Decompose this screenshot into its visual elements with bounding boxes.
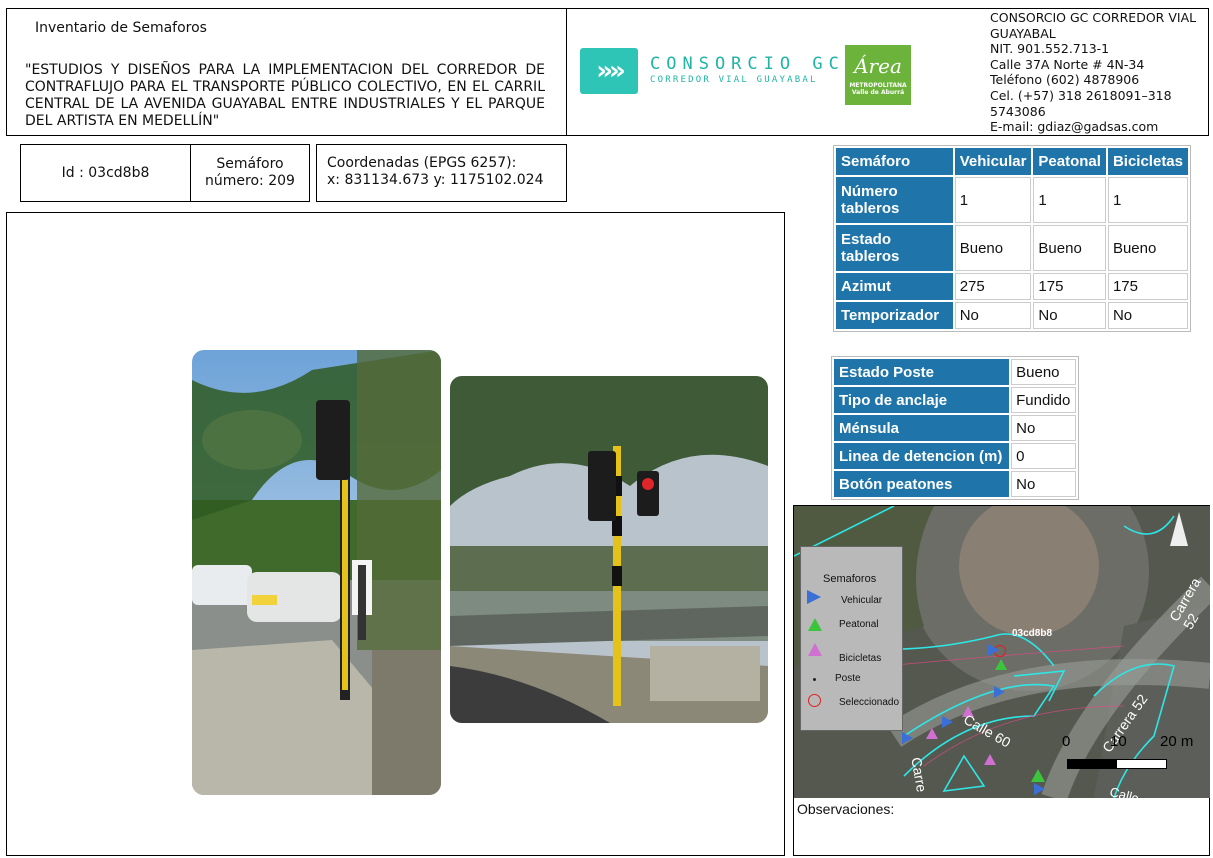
photo-1-image <box>192 350 441 795</box>
selected-label: 03cd8b8 <box>1012 628 1053 639</box>
peatonal-icon <box>808 618 822 631</box>
row-label: Azimut <box>836 273 953 300</box>
bicicletas-marker-icon <box>926 728 938 739</box>
row-label: Tipo de anclaje <box>834 387 1010 413</box>
col-header: Vehicular <box>954 148 1032 175</box>
col-header: Peatonal <box>1033 148 1106 175</box>
signal-heads-table: Semáforo Vehicular Peatonal Bicicletas N… <box>833 145 1191 332</box>
logo-main: CONSORCIO GC <box>650 54 845 74</box>
bicicletas-marker-icon <box>984 754 996 765</box>
legend-seleccionado: Seleccionado <box>839 697 900 708</box>
scale-bar <box>1067 759 1167 769</box>
vehicular-marker-icon <box>902 732 913 744</box>
cell: 175 <box>1107 273 1188 300</box>
row-label: Linea de detencion (m) <box>834 443 1010 469</box>
company-line: Teléfono (602) 4878906 <box>990 72 1140 88</box>
consorcio-logo-text: CONSORCIO GC CORREDOR VIAL GUAYABAL <box>650 54 845 85</box>
bicicletas-icon <box>808 643 822 656</box>
scale-label: 0 <box>1062 733 1071 750</box>
cell: Bueno <box>1011 359 1076 385</box>
company-line: Calle 37A Norte # 4N-34 <box>990 56 1145 72</box>
cell: Bueno <box>1033 225 1106 271</box>
project-description: "ESTUDIOS Y DISEÑOS PARA LA IMPLEMENTACI… <box>25 62 545 129</box>
coordinates-values: x: 831134.673 y: 1175102.024 <box>327 172 544 188</box>
photo-2-image <box>450 376 768 723</box>
coordinates-label: Coordenadas (EPGS 6257): <box>327 155 517 171</box>
col-header: Bicicletas <box>1107 148 1188 175</box>
vehicular-marker-icon <box>942 716 953 728</box>
company-line: Cel. (+57) 318 2618091–318 <box>990 87 1172 103</box>
vehicular-icon <box>807 590 821 604</box>
company-line: NIT. 901.552.713-1 <box>990 41 1110 57</box>
document-title: Inventario de Semaforos <box>35 20 207 36</box>
cell: 1 <box>1033 177 1106 223</box>
cell: Bueno <box>1107 225 1188 271</box>
legend-title: Semaforos <box>823 573 877 585</box>
vehicular-marker-icon <box>1034 783 1045 795</box>
scale-label: 20 m <box>1160 733 1194 750</box>
cell: No <box>954 302 1032 329</box>
company-line: GUAYABAL <box>990 25 1056 41</box>
row-label: Número tableros <box>836 177 953 223</box>
row-label: Temporizador <box>836 302 953 329</box>
observaciones-label: Observaciones: <box>797 801 895 817</box>
scale-label: 10 <box>1110 733 1127 750</box>
north-arrow-icon <box>1170 512 1188 546</box>
area-logo-sub: METROPOLITANA Valle de Aburrá <box>849 82 907 96</box>
semaforo-number: número: 209 <box>205 173 295 189</box>
semaforo-label: Semáforo <box>216 156 284 172</box>
legend-bicicletas: Bicicletas <box>839 653 882 664</box>
cell: 175 <box>1033 273 1106 300</box>
consorcio-logo-icon: »» <box>580 48 638 94</box>
peatonal-marker-icon <box>995 659 1007 670</box>
coordinates-cell: Coordenadas (EPGS 6257): x: 831134.673 y… <box>316 144 567 202</box>
row-label: Estado Poste <box>834 359 1010 385</box>
legend-poste: Poste <box>835 673 861 684</box>
company-info: CONSORCIO GC CORREDOR VIAL GUAYABAL NIT.… <box>990 10 1205 135</box>
col-header: Semáforo <box>836 148 953 175</box>
cell: 0 <box>1011 443 1076 469</box>
company-line: E-mail: gdiaz@gadsas.com <box>990 119 1159 135</box>
cell: 275 <box>954 273 1032 300</box>
id-cell: Id : 03cd8b8 <box>20 144 191 202</box>
peatonal-marker-icon <box>1031 769 1045 782</box>
seleccionado-icon <box>808 694 821 707</box>
company-line: CONSORCIO GC CORREDOR VIAL <box>990 10 1197 25</box>
legend-peatonal: Peatonal <box>839 619 879 630</box>
logo-sub: CORREDOR VIAL GUAYABAL <box>650 75 818 85</box>
cell: Bueno <box>954 225 1032 271</box>
area-logo-text: Área <box>854 54 902 78</box>
row-label: Ménsula <box>834 415 1010 441</box>
company-line: 5743086 <box>990 103 1046 119</box>
map-legend: Semaforos Vehicular Peatonal Bicicletas … <box>800 546 903 731</box>
cell: No <box>1033 302 1106 329</box>
row-label: Estado tableros <box>836 225 953 271</box>
location-map: Semaforos Vehicular Peatonal Bicicletas … <box>794 506 1210 798</box>
cell: Fundido <box>1011 387 1076 413</box>
poste-icon <box>813 678 816 681</box>
cell: No <box>1107 302 1188 329</box>
header-divider <box>566 8 567 136</box>
pole-table: Estado Poste Bueno Tipo de anclaje Fundido… <box>831 356 1079 500</box>
vehicular-marker-icon <box>994 686 1005 698</box>
vehicular-marker-icon <box>988 644 999 656</box>
photo-traffic-light-1 <box>192 350 441 795</box>
legend-vehicular: Vehicular <box>841 595 883 606</box>
cell: No <box>1011 471 1076 497</box>
id-value: Id : 03cd8b8 <box>61 164 150 181</box>
cell: 1 <box>954 177 1032 223</box>
cell: No <box>1011 415 1076 441</box>
row-label: Botón peatones <box>834 471 1010 497</box>
photo-traffic-light-2 <box>450 376 768 723</box>
area-metropolitana-logo: Área METROPOLITANA Valle de Aburrá <box>845 45 911 105</box>
cell: 1 <box>1107 177 1188 223</box>
semaforo-number-cell: Semáforo número: 209 <box>190 144 310 202</box>
